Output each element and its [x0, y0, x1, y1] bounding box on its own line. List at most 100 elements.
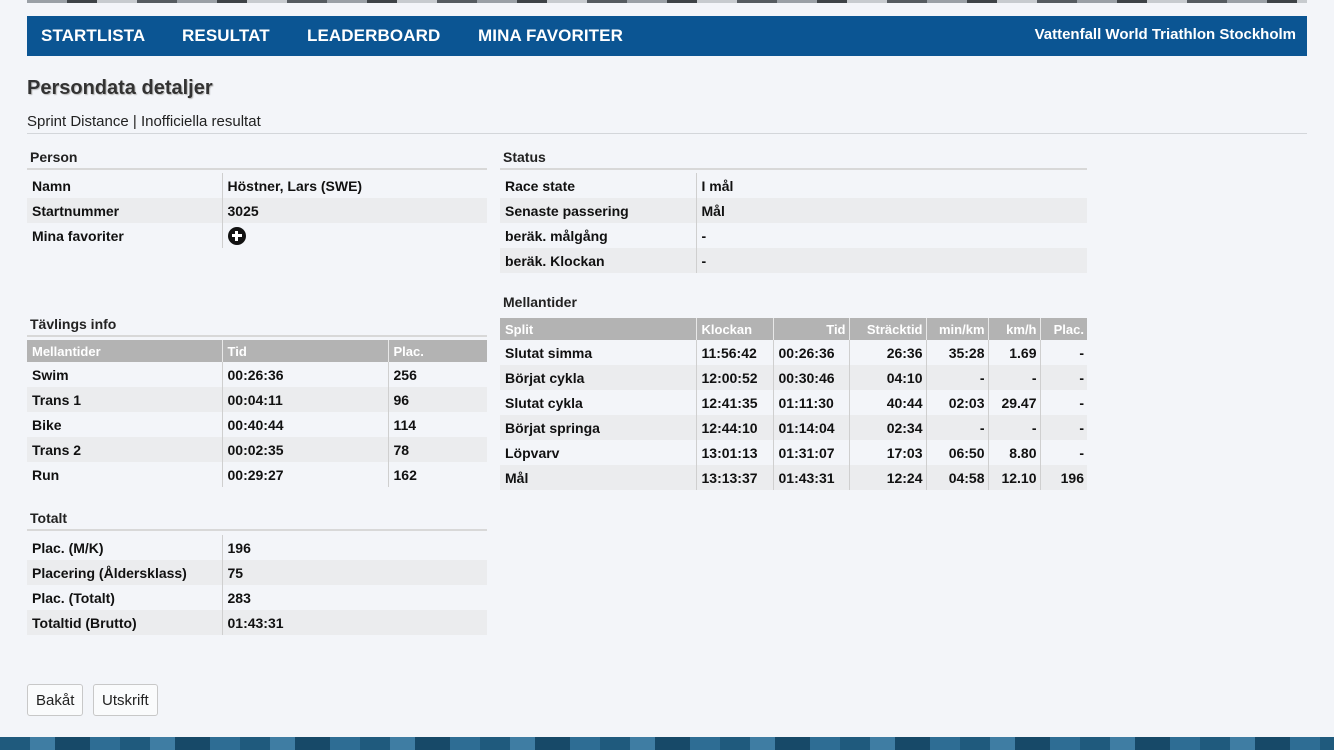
split-clock: 12:00:52: [695, 365, 773, 390]
footer-banner-image: [0, 737, 1334, 750]
row-label: Totaltid (Brutto): [27, 610, 222, 635]
split-name: Löpvarv: [505, 444, 560, 461]
split-speed: 29.47: [987, 390, 1040, 415]
place-age-group: 75: [221, 560, 487, 585]
table-row: Slutat cykla 12:41:35 01:11:30 40:44 02:…: [500, 390, 1087, 415]
divider: [27, 133, 1307, 134]
table-header-row: Split Klockan Tid Sträcktid min/km km/h …: [500, 318, 1087, 340]
split-speed: 1.69: [987, 340, 1040, 365]
totals-row: Totaltid (Brutto) 01:43:31: [27, 610, 487, 635]
segment-name: Trans 1: [27, 387, 222, 412]
split-place: -: [1039, 440, 1087, 465]
person-row-startnumber: Startnummer 3025: [27, 198, 487, 223]
split-clock: 12:44:10: [695, 415, 773, 440]
totals-table: Plac. (M/K) 196 Placering (Åldersklass) …: [27, 535, 487, 635]
row-label: Namn: [32, 177, 71, 194]
segment-place: 96: [387, 387, 487, 412]
column-header: Mellantider: [27, 340, 222, 362]
place-gender: 196: [221, 535, 487, 560]
page-subtitle: Sprint Distance | Inofficiella resultat: [27, 113, 261, 130]
table-row: Löpvarv 13:01:13 01:31:07 17:03 06:50 8.…: [500, 440, 1087, 465]
split-place: -: [1039, 365, 1087, 390]
segment-place: 78: [387, 437, 487, 462]
table-row: Börjat springa 12:44:10 01:14:04 02:34 -…: [500, 415, 1087, 440]
column-header: Sträcktid: [848, 318, 926, 340]
table-row: Börjat cykla 12:00:52 00:30:46 04:10 - -…: [500, 365, 1087, 390]
split-pace: 02:03: [925, 390, 988, 415]
segment-time: 00:02:35: [221, 437, 388, 462]
split-speed: -: [987, 365, 1040, 390]
split-segment-time: 04:10: [848, 365, 926, 390]
split-pace: -: [925, 415, 988, 440]
segment-time: 00:04:11: [221, 387, 388, 412]
print-button[interactable]: Utskrift: [93, 684, 158, 716]
status-row: Senaste passering Mål: [500, 198, 1087, 223]
split-clock: 11:56:42: [695, 340, 773, 365]
segment-time: 00:26:36: [221, 362, 388, 387]
status-row: Race state I mål: [500, 173, 1087, 198]
segment-time: 00:29:27: [221, 462, 388, 487]
status-row: beräk. Klockan -: [500, 248, 1087, 273]
split-time: 01:11:30: [772, 390, 849, 415]
column-header: Plac.: [387, 340, 487, 362]
nav-mina-favoriter[interactable]: MINA FAVORITER: [478, 16, 623, 56]
header-banner-image: [27, 0, 1307, 3]
row-label: Race state: [505, 177, 576, 194]
split-name: Slutat cykla: [505, 394, 583, 411]
site-title: Vattenfall World Triathlon Stockholm: [1034, 26, 1296, 43]
table-row: Trans 2 00:02:35 78: [27, 437, 487, 462]
split-time: 01:14:04: [772, 415, 849, 440]
person-row-favorites: Mina favoriter: [27, 223, 487, 248]
split-time: 01:43:31: [772, 465, 849, 490]
segment-name: Trans 2: [27, 437, 222, 462]
table-row: Swim 00:26:36 256: [27, 362, 487, 387]
split-segment-time: 26:36: [848, 340, 926, 365]
split-speed: 12.10: [987, 465, 1040, 490]
split-time: 00:26:36: [772, 340, 849, 365]
segment-name: Swim: [32, 366, 69, 383]
segment-name: Bike: [32, 416, 62, 433]
split-segment-time: 12:24: [848, 465, 926, 490]
totals-row: Plac. (Totalt) 283: [27, 585, 487, 610]
row-label: beräk. målgång: [505, 227, 608, 244]
split-segment-time: 17:03: [848, 440, 926, 465]
split-place: 196: [1039, 465, 1087, 490]
split-clock: 12:41:35: [695, 390, 773, 415]
table-row: Run 00:29:27 162: [27, 462, 487, 487]
status-table: Race state I mål Senaste passering Mål b…: [500, 173, 1087, 273]
split-clock: 13:01:13: [695, 440, 773, 465]
split-time: 00:30:46: [772, 365, 849, 390]
segment-place: 162: [387, 462, 487, 487]
split-place: -: [1039, 415, 1087, 440]
latest-passing-value: Mål: [695, 198, 1087, 223]
person-name: Höstner, Lars (SWE): [221, 173, 487, 198]
add-favorite-plus-icon[interactable]: [227, 226, 246, 245]
row-label: Mina favoriter: [32, 227, 124, 244]
table-header-row: Mellantider Tid Plac.: [27, 340, 487, 362]
back-button[interactable]: Bakåt: [27, 684, 84, 716]
split-name: Börjat cykla: [500, 365, 696, 390]
split-segment-time: 40:44: [848, 390, 926, 415]
nav-leaderboard[interactable]: LEADERBOARD: [307, 16, 440, 56]
split-pace: -: [925, 365, 988, 390]
split-clock: 13:13:37: [695, 465, 773, 490]
column-header: Klockan: [695, 318, 773, 340]
person-table: Namn Höstner, Lars (SWE) Startnummer 302…: [27, 173, 487, 248]
status-section-heading: Status: [500, 149, 1087, 170]
table-row: Trans 1 00:04:11 96: [27, 387, 487, 412]
person-section-heading: Person: [27, 149, 487, 170]
nav-startlista[interactable]: STARTLISTA: [41, 16, 145, 56]
row-label: Startnummer: [27, 198, 222, 223]
table-row: Slutat simma 11:56:42 00:26:36 26:36 35:…: [500, 340, 1087, 365]
nav-resultat[interactable]: RESULTAT: [182, 16, 270, 56]
row-label: beräk. Klockan: [500, 248, 696, 273]
favorites-cell: [221, 223, 487, 248]
column-header: Tid: [772, 318, 849, 340]
split-pace: 06:50: [925, 440, 988, 465]
column-header: Split: [500, 318, 696, 340]
split-place: -: [1039, 340, 1087, 365]
race-state-value: I mål: [695, 173, 1087, 198]
split-name: Börjat springa: [500, 415, 696, 440]
row-label: Senaste passering: [500, 198, 696, 223]
column-header: Tid: [221, 340, 388, 362]
